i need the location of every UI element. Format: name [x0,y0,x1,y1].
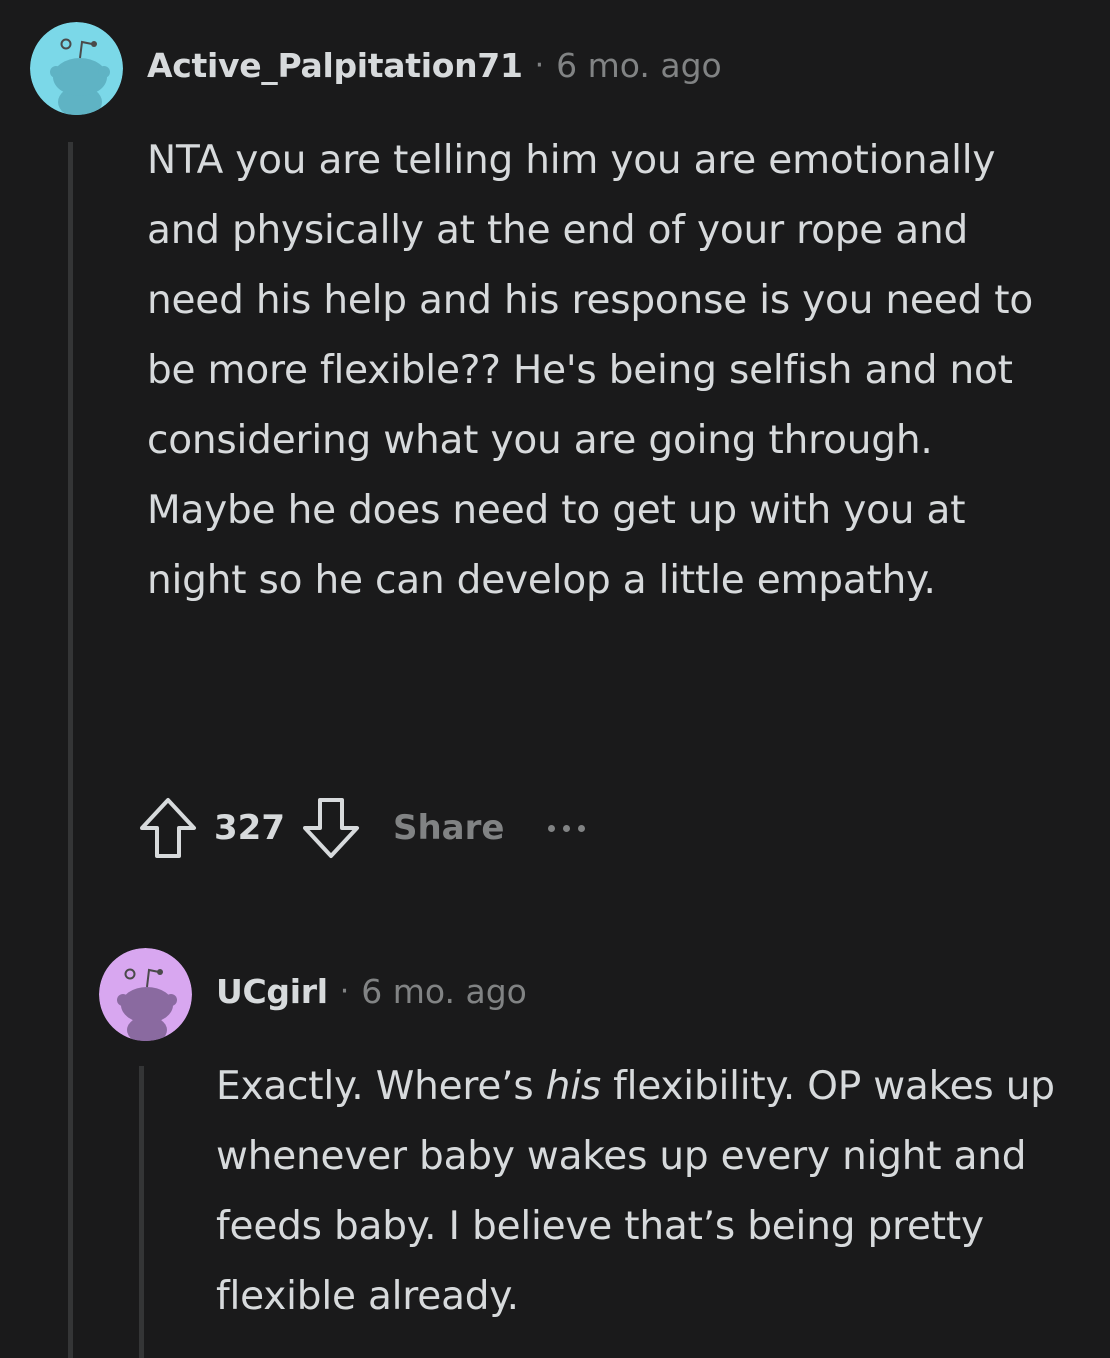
comment-header: Active_Palpitation71 · 6 mo. ago [147,46,722,85]
comment-header: UCgirl · 6 mo. ago [216,972,527,1011]
avatar[interactable] [99,948,192,1041]
comment-actions: 327 Share [136,796,586,860]
upvote-button[interactable] [136,796,200,860]
username[interactable]: Active_Palpitation71 [147,46,523,85]
arrow-down-outline-icon [302,798,359,858]
snoo-avatar-icon [99,948,192,1041]
downvote-button[interactable] [299,796,363,860]
vote-score: 327 [214,808,285,848]
thread-line[interactable] [68,142,73,1358]
snoo-avatar-icon [30,22,123,115]
more-options-button[interactable] [548,815,586,842]
avatar[interactable] [30,22,123,115]
separator: · [339,974,350,1009]
comment-body: Exactly. Where’s his flexibility. OP wak… [216,1064,1055,1319]
share-button[interactable]: Share [393,808,504,848]
separator: · [534,48,545,83]
thread-line[interactable] [139,1066,144,1358]
timestamp[interactable]: 6 mo. ago [361,972,527,1011]
comment-body: NTA you are telling him you are emotiona… [147,138,1034,603]
username[interactable]: UCgirl [216,972,328,1011]
arrow-up-outline-icon [140,798,196,858]
timestamp[interactable]: 6 mo. ago [556,46,722,85]
ellipsis-icon [548,824,556,832]
comment-thread: Active_Palpitation71 · 6 mo. ago NTA you… [0,0,1110,1358]
